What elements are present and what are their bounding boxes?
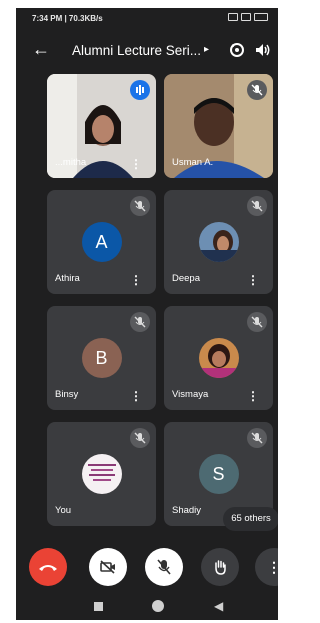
more-options-button[interactable]: ⋮ <box>255 548 278 586</box>
home-icon[interactable] <box>152 600 164 612</box>
back-nav-icon[interactable]: ◀ <box>214 599 223 613</box>
speaker-icon[interactable] <box>254 41 272 59</box>
more-vert-icon: ⋮ <box>267 558 278 575</box>
participant-tile[interactable]: B Binsy ⋮ <box>47 306 156 410</box>
participant-name: Usman A. <box>172 157 214 168</box>
hand-icon <box>215 560 226 575</box>
participant-name: Deepa <box>172 273 200 284</box>
avatar: B <box>81 338 122 378</box>
participant-name: Vismaya <box>172 389 209 400</box>
wifi-icon <box>241 13 251 21</box>
participant-tile[interactable]: A Athira ⋮ <box>47 190 156 294</box>
camera-off-icon <box>100 560 115 574</box>
more-vert-icon[interactable]: ⋮ <box>247 274 259 286</box>
avatar <box>198 338 239 378</box>
more-vert-icon[interactable]: ⋮ <box>130 274 142 286</box>
end-call-button[interactable] <box>29 548 67 586</box>
more-vert-icon[interactable]: ⋮ <box>130 158 142 170</box>
participant-name: Binsy <box>55 389 79 400</box>
participant-name: You <box>55 505 72 516</box>
back-arrow-icon[interactable]: ← <box>32 40 50 58</box>
participant-tile[interactable]: Deepa ⋮ <box>164 190 273 294</box>
participant-name: Athira <box>55 273 80 284</box>
chevron-right-icon[interactable]: ▸ <box>204 44 209 55</box>
mic-off-icon <box>130 312 150 332</box>
participant-name: ...mitha <box>55 157 87 168</box>
avatar <box>198 222 239 262</box>
participant-tile-self[interactable]: You <box>47 422 156 526</box>
participant-tile[interactable]: ...mitha ⋮ <box>47 74 156 178</box>
mic-off-icon <box>130 196 150 216</box>
mic-off-icon <box>247 428 267 448</box>
meeting-title[interactable]: Alumni Lecture Seri... <box>72 43 201 58</box>
mic-off-icon <box>247 80 267 100</box>
others-badge[interactable]: 65 others <box>223 507 278 531</box>
mic-off-icon <box>130 428 150 448</box>
call-header: ← Alumni Lecture Seri... ▸ <box>16 34 278 68</box>
end-call-icon <box>39 565 57 571</box>
signal-icon <box>228 13 238 21</box>
meet-app-screen: 7:34 PM | 70.3KB/s ← Alumni Lecture Seri… <box>16 8 278 620</box>
call-controls: ⋮ <box>16 548 278 594</box>
mic-off-icon <box>247 312 267 332</box>
avatar <box>81 454 122 494</box>
avatar: S <box>198 454 239 494</box>
camera-toggle-button[interactable] <box>89 548 127 586</box>
status-time: 7:34 PM | 70.3KB/s <box>32 14 103 23</box>
status-icons <box>228 13 268 21</box>
avatar: A <box>81 222 122 262</box>
android-nav-bar: ◀ <box>16 599 278 620</box>
mic-off-icon <box>157 559 171 575</box>
more-vert-icon[interactable]: ⋮ <box>130 390 142 402</box>
mic-toggle-button[interactable] <box>145 548 183 586</box>
recents-icon[interactable] <box>94 602 103 611</box>
participant-name: Shadiy <box>172 505 202 516</box>
mic-off-icon <box>247 196 267 216</box>
more-vert-icon[interactable]: ⋮ <box>247 390 259 402</box>
raise-hand-button[interactable] <box>201 548 239 586</box>
participant-tile[interactable]: Usman A. <box>164 74 273 178</box>
participant-tile[interactable]: Vismaya ⋮ <box>164 306 273 410</box>
battery-icon <box>254 13 268 21</box>
status-bar: 7:34 PM | 70.3KB/s <box>16 8 278 28</box>
switch-camera-icon[interactable] <box>228 41 246 59</box>
speaking-indicator-icon <box>130 80 150 100</box>
